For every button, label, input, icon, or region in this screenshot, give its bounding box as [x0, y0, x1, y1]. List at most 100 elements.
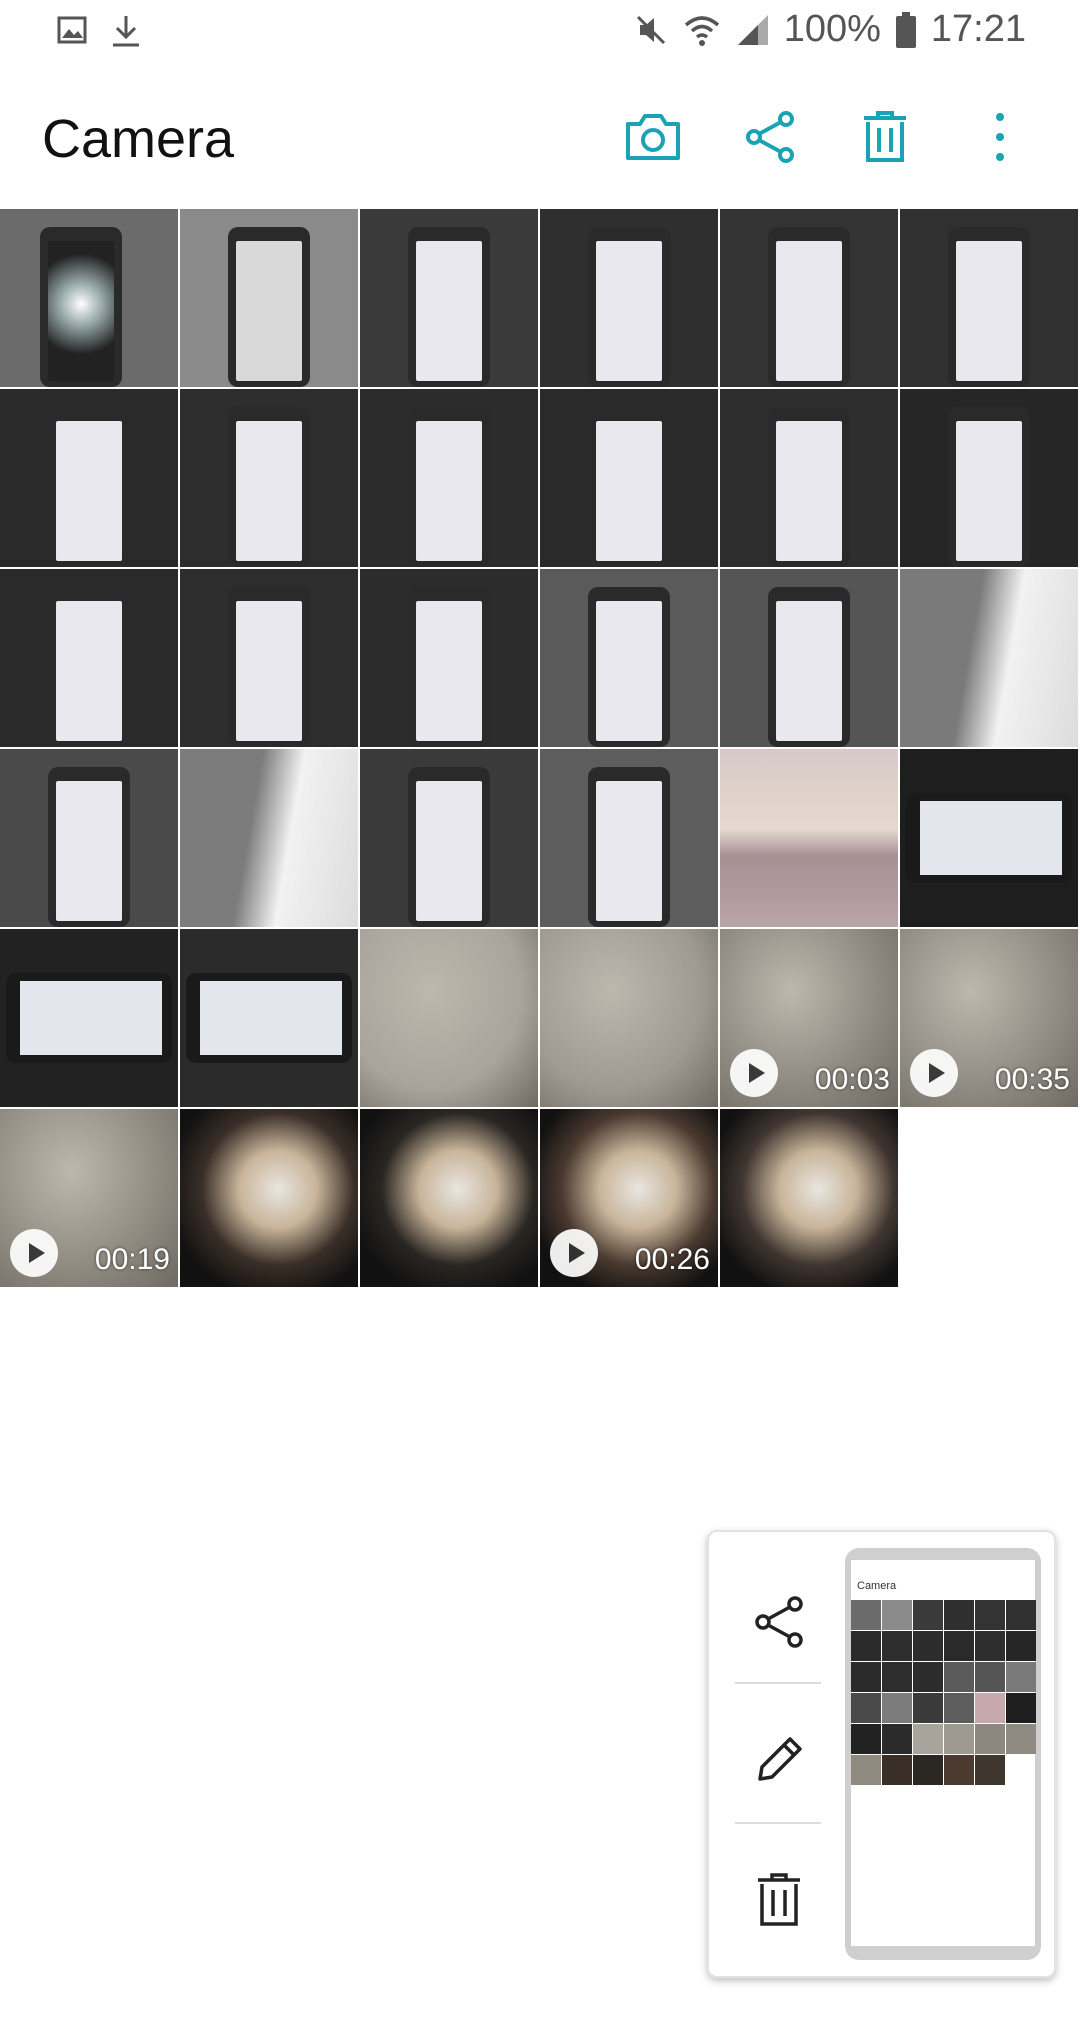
camera-button[interactable]	[618, 104, 688, 174]
preview-thumbnail	[944, 1662, 974, 1692]
preview-title: Camera	[857, 1580, 897, 1592]
popup-delete-button[interactable]	[709, 1832, 849, 1972]
photo-thumbnail[interactable]	[180, 749, 358, 927]
preview-grid	[851, 1600, 1036, 1800]
popup-divider	[735, 1682, 821, 1684]
photo-thumbnail[interactable]	[540, 389, 718, 567]
photographed-phone	[768, 227, 850, 387]
photo-thumbnail[interactable]	[360, 209, 538, 387]
video-duration: 00:03	[814, 1063, 890, 1096]
preview-thumbnail	[882, 1600, 912, 1630]
photo-thumbnail[interactable]	[0, 749, 178, 927]
preview-thumbnail	[1006, 1662, 1036, 1692]
photographed-phone	[948, 227, 1030, 387]
phone-screen	[596, 421, 662, 561]
preview-screen: Camera	[851, 1560, 1036, 1946]
phone-screen	[776, 601, 842, 741]
photo-thumbnail[interactable]	[900, 569, 1078, 747]
photo-thumbnail[interactable]	[720, 749, 898, 927]
popup-divider	[735, 1822, 821, 1824]
popup-edit-button[interactable]	[709, 1692, 849, 1832]
phone-screen	[416, 241, 482, 381]
video-thumbnail[interactable]: 00:26	[540, 1109, 718, 1287]
delete-icon	[756, 1872, 802, 1933]
preview-thumbnail	[1006, 1631, 1036, 1661]
share-button[interactable]	[735, 104, 805, 174]
preview-thumbnail	[975, 1693, 1005, 1723]
preview-thumbnail	[882, 1662, 912, 1692]
preview-thumbnail	[882, 1724, 912, 1754]
thumbnail-image	[360, 1109, 538, 1287]
photo-thumbnail[interactable]	[900, 749, 1078, 927]
photo-thumbnail[interactable]	[180, 1109, 358, 1287]
photo-thumbnail[interactable]	[720, 389, 898, 567]
photo-thumbnail[interactable]	[540, 749, 718, 927]
photo-thumbnail[interactable]	[180, 389, 358, 567]
video-thumbnail[interactable]: 00:03	[720, 929, 898, 1107]
photo-thumbnail[interactable]	[720, 1109, 898, 1287]
thumbnail-image	[180, 1109, 358, 1287]
photo-thumbnail[interactable]	[180, 569, 358, 747]
photo-thumbnail[interactable]	[180, 929, 358, 1107]
photo-thumbnail[interactable]	[360, 929, 538, 1107]
status-bar: 100% 17:21	[0, 0, 1080, 66]
preview-thumbnail	[975, 1662, 1005, 1692]
preview-thumbnail	[913, 1724, 943, 1754]
delete-button[interactable]	[850, 104, 920, 174]
photographed-phone	[48, 407, 130, 567]
thumbnail-image	[900, 569, 1078, 747]
photographed-phone	[48, 587, 130, 747]
video-thumbnail[interactable]: 00:19	[0, 1109, 178, 1287]
photo-thumbnail[interactable]	[0, 209, 178, 387]
video-thumbnail[interactable]: 00:35	[900, 929, 1078, 1107]
preview-thumbnail	[851, 1631, 881, 1661]
photo-thumbnail[interactable]	[360, 569, 538, 747]
photo-thumbnail[interactable]	[720, 209, 898, 387]
app-bar: Camera	[0, 66, 1080, 206]
photo-thumbnail[interactable]	[900, 209, 1078, 387]
photographed-phone-landscape	[906, 793, 1072, 883]
play-icon	[550, 1229, 598, 1277]
photo-thumbnail[interactable]	[0, 569, 178, 747]
phone-screen	[20, 981, 162, 1055]
gallery-notification-icon	[56, 14, 88, 48]
photographed-phone	[588, 407, 670, 567]
photo-thumbnail[interactable]	[720, 569, 898, 747]
photo-thumbnail[interactable]	[0, 389, 178, 567]
thumbnail-image	[720, 749, 898, 927]
preview-thumbnail	[975, 1631, 1005, 1661]
photo-thumbnail[interactable]	[0, 929, 178, 1107]
preview-thumbnail	[851, 1600, 881, 1630]
phone-screen	[596, 601, 662, 741]
photo-thumbnail[interactable]	[360, 749, 538, 927]
phone-screen	[416, 421, 482, 561]
preview-thumbnail	[913, 1693, 943, 1723]
screenshot-preview-thumbnail[interactable]: Camera	[845, 1548, 1041, 1960]
signal-icon	[736, 13, 770, 47]
photographed-phone-landscape	[6, 973, 172, 1063]
photo-thumbnail[interactable]	[360, 389, 538, 567]
mute-icon	[634, 13, 668, 47]
more-options-button[interactable]	[965, 104, 1035, 174]
photographed-phone	[40, 227, 122, 387]
photo-thumbnail[interactable]	[540, 569, 718, 747]
clock: 17:21	[930, 8, 1026, 50]
photo-thumbnail[interactable]	[540, 209, 718, 387]
play-icon	[910, 1049, 958, 1097]
phone-screen	[956, 421, 1022, 561]
photographed-phone	[48, 767, 130, 927]
preview-thumbnail	[882, 1755, 912, 1785]
preview-thumbnail	[913, 1662, 943, 1692]
photo-thumbnail[interactable]	[180, 209, 358, 387]
photo-thumbnail[interactable]	[900, 389, 1078, 567]
popup-share-button[interactable]	[709, 1554, 849, 1694]
thumbnail-image	[720, 1109, 898, 1287]
phone-screen	[56, 601, 122, 741]
photo-thumbnail[interactable]	[360, 1109, 538, 1287]
photographed-phone	[948, 407, 1030, 567]
phone-screen	[416, 781, 482, 921]
phone-screen	[416, 601, 482, 741]
photo-thumbnail[interactable]	[540, 929, 718, 1107]
photographed-phone-landscape	[186, 973, 352, 1063]
preview-thumbnail	[913, 1755, 943, 1785]
